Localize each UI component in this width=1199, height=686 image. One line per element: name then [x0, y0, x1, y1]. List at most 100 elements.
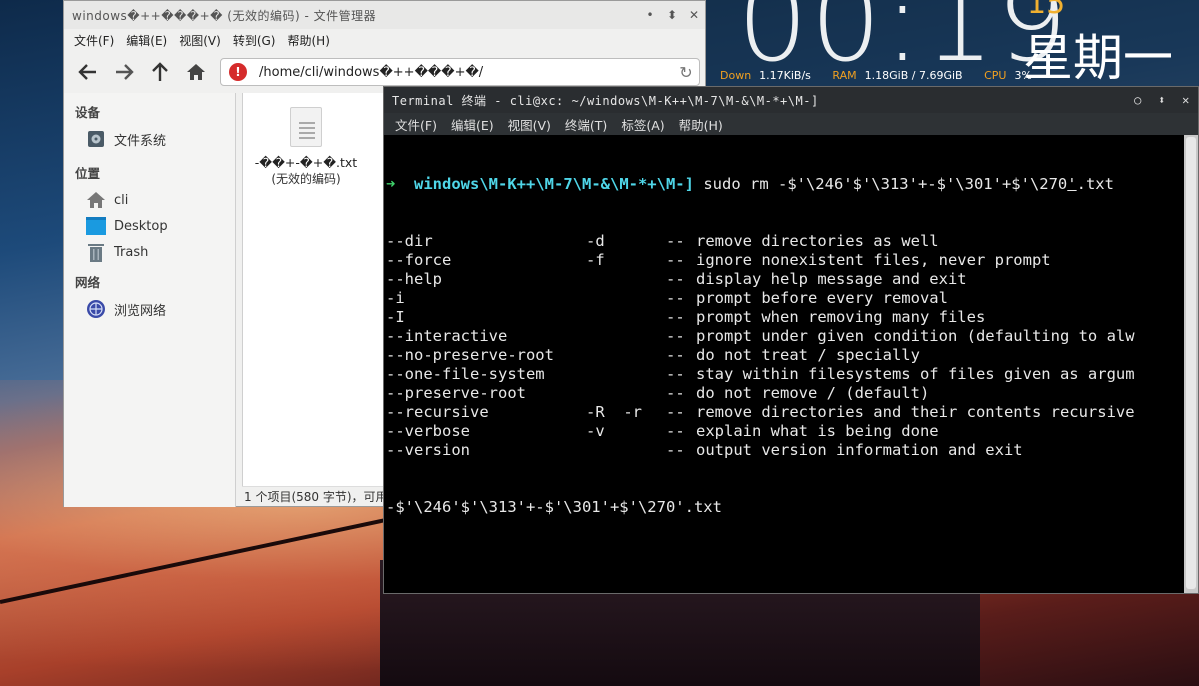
fm-titlebar[interactable]: windows�++���+� (无效的编码) - 文件管理器 • ⬍ ✕ [64, 1, 705, 29]
term-menu-tabs[interactable]: 标签(A) [614, 115, 671, 134]
trash-icon [85, 242, 107, 262]
fm-minimize-button[interactable]: • [639, 8, 661, 22]
option-long-flag: --dir [386, 232, 433, 250]
sidebar-item-filesystem[interactable]: 文件系统 [64, 126, 235, 152]
option-long-flag: --force [386, 251, 452, 269]
term-menu-terminal[interactable]: 终端(T) [558, 115, 614, 134]
option-long-flag: --verbose [386, 422, 470, 440]
sidebar-item-label: 文件系统 [114, 133, 167, 149]
option-description: prompt under given condition (defaulting… [696, 327, 1135, 345]
term-menu-edit[interactable]: 编辑(E) [444, 115, 501, 134]
sidebar-item-trash[interactable]: Trash [64, 239, 235, 265]
prompt-arrow: ➜ [386, 175, 396, 193]
completion-option: -I -- prompt when removing many files [386, 308, 1184, 327]
cpu-label: CPU [984, 69, 1007, 82]
sidebar-item-label: Desktop [114, 218, 168, 234]
option-description: do not treat / specially [696, 346, 920, 364]
sidebar-heading-places: 位置 [75, 166, 101, 181]
completion-option: --force -f -- ignore nonexistent files, nev… [386, 251, 1184, 270]
sidebar-item-home[interactable]: cli [64, 187, 235, 213]
option-long-flag: --interactive [386, 327, 508, 345]
option-separator: -- [666, 346, 685, 364]
down-label: Down [720, 69, 752, 82]
option-long-flag: -I [386, 308, 405, 326]
scrollbar-thumb[interactable] [1186, 137, 1196, 589]
fm-maximize-button[interactable]: ⬍ [661, 8, 683, 22]
sidebar-item-desktop[interactable]: Desktop [64, 213, 235, 239]
terminal-minimize-button[interactable]: ○ [1126, 93, 1150, 107]
ram-label: RAM [832, 69, 857, 82]
sidebar-item-browse-network[interactable]: 浏览网络 [64, 296, 235, 322]
file-encoding-note: (无效的编码) [271, 172, 341, 186]
fm-menu-edit[interactable]: 编辑(E) [120, 32, 173, 49]
terminal-scrollbar[interactable] [1184, 135, 1198, 593]
terminal-titlebar[interactable]: Terminal 终端 - cli@xc: ~/windows\M-K++\M-… [384, 87, 1198, 113]
sidebar-item-label: cli [114, 192, 129, 208]
fm-menu-view[interactable]: 视图(V) [173, 32, 227, 49]
option-description: remove directories as well [696, 232, 939, 250]
location-path[interactable]: /home/cli/windows�++���+�/ [259, 65, 673, 80]
term-menu-file[interactable]: 文件(F) [388, 115, 444, 134]
option-separator: -- [666, 441, 685, 459]
terminal-close-button[interactable]: ✕ [1174, 93, 1198, 107]
option-separator: -- [666, 422, 685, 440]
warning-icon: ! [229, 63, 247, 81]
option-separator: -- [666, 384, 685, 402]
forward-button[interactable] [106, 57, 142, 87]
arrow-up-icon [152, 62, 168, 81]
fm-sidebar: 设备 文件系统 位置 cli Desktop Trash 网络 浏览网络 [64, 93, 236, 507]
term-menu-help[interactable]: 帮助(H) [672, 115, 730, 134]
option-description: ignore nonexistent files, never prompt [696, 251, 1051, 269]
drive-icon [85, 129, 107, 149]
home-button[interactable] [178, 57, 214, 87]
fm-close-button[interactable]: ✕ [683, 8, 705, 22]
option-separator: -- [666, 232, 685, 250]
option-separator: -- [666, 289, 685, 307]
option-long-flag: --no-preserve-root [386, 346, 554, 364]
command-text: sudo rm -$'\246'$'\313'+-$'\301'+$'\270 [703, 175, 1068, 193]
option-description: stay within filesystems of files given a… [696, 365, 1135, 383]
terminal-menubar: 文件(F) 编辑(E) 视图(V) 终端(T) 标签(A) 帮助(H) [384, 113, 1198, 135]
term-menu-view[interactable]: 视图(V) [501, 115, 558, 134]
option-long-flag: --preserve-root [386, 384, 526, 402]
arrow-right-icon [116, 64, 134, 80]
cursor: ' [1067, 175, 1077, 193]
text-file-icon [290, 107, 322, 147]
prompt-directory: windows\M-K++\M-7\M-&\M-*+\M-] [414, 175, 694, 193]
location-bar[interactable]: ! /home/cli/windows�++���+�/ ↻ [220, 58, 700, 86]
file-item[interactable]: -��+-�+�.txt (无效的编码) [251, 107, 361, 187]
terminal-window: Terminal 终端 - cli@xc: ~/windows\M-K++\M-… [383, 86, 1199, 594]
back-button[interactable] [70, 57, 106, 87]
fm-window-title: windows�++���+� (无效的编码) - 文件管理器 [72, 8, 377, 23]
home-icon [187, 64, 205, 80]
option-description: remove directories and their contents re… [696, 403, 1135, 421]
clock-time: 00:19 [737, 0, 1070, 87]
option-short-flag: -v [586, 422, 605, 440]
completion-option: -i -- prompt before every removal [386, 289, 1184, 308]
fm-menu-help[interactable]: 帮助(H) [281, 32, 335, 49]
down-value: 1.17KiB/s [759, 69, 811, 82]
command-text-tail: .txt [1076, 175, 1114, 193]
completion-option: --recursive -R -r -- remove directories and… [386, 403, 1184, 422]
option-short-flag: -f [586, 251, 605, 269]
option-short-flag: -d [586, 232, 605, 250]
option-short-flag: -R -r [586, 403, 642, 421]
terminal-maximize-button[interactable]: ⬍ [1150, 93, 1174, 107]
fm-menu-file[interactable]: 文件(F) [68, 32, 120, 49]
option-description: display help message and exit [696, 270, 967, 288]
option-long-flag: --version [386, 441, 470, 459]
parent-folder-button[interactable] [142, 57, 178, 87]
sidebar-item-label: 浏览网络 [114, 303, 167, 319]
system-stats: Down 1.17KiB/s RAM 1.18GiB / 7.69GiB CPU 3% [720, 69, 1050, 82]
prompt-line-content: ➜ windows\M-K++\M-7\M-&\M-*+\M-] sudo rm… [386, 175, 1114, 194]
option-description: prompt when removing many files [696, 308, 986, 326]
terminal-screen[interactable]: ➜ windows\M-K++\M-7\M-&\M-*+\M-] sudo rm… [384, 135, 1184, 593]
sidebar-item-label: Trash [114, 244, 149, 260]
reload-icon[interactable]: ↻ [673, 63, 699, 82]
completion-option: --interactive -- prompt under given condit… [386, 327, 1184, 346]
option-long-flag: --one-file-system [386, 365, 545, 383]
conky-widget: 00:19 15 星期一 Down 1.17KiB/s RAM 1.18GiB / … [705, 0, 1199, 87]
fm-menu-go[interactable]: 转到(G) [227, 32, 282, 49]
option-long-flag: --help [386, 270, 442, 288]
completion-option: --no-preserve-root -- do not treat / speci… [386, 346, 1184, 365]
